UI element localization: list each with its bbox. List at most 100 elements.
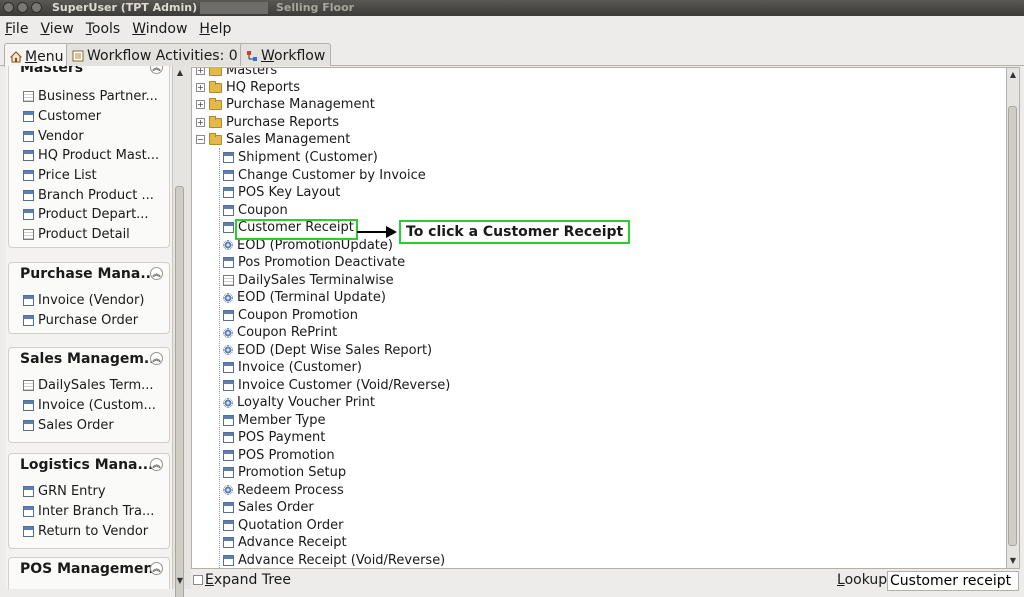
- sidebar-scrollbar[interactable]: ▲ ▼: [172, 66, 186, 597]
- tree-item-label: Redeem Process: [237, 482, 344, 498]
- tree-folder-masters[interactable]: + Masters: [196, 68, 277, 80]
- maximize-window-icon[interactable]: [31, 2, 42, 13]
- tree-item-label: Sales Order: [238, 500, 314, 516]
- window-icon: [223, 362, 234, 374]
- annotation-arrow: [357, 231, 389, 233]
- tree-item[interactable]: Shipment (Customer): [223, 149, 378, 167]
- tree-item[interactable]: Loyalty Voucher Print: [223, 394, 375, 412]
- sidebar-scroll-thumb[interactable]: [175, 186, 184, 597]
- sidebar-item-sales-order[interactable]: Sales Order: [9, 415, 169, 435]
- collapse-icon[interactable]: −: [196, 135, 205, 145]
- tree-item[interactable]: Quotation Order: [223, 517, 343, 535]
- sidebar-item-invoice-customer[interactable]: Invoice (Custom...: [9, 396, 169, 416]
- tree-scroll-thumb[interactable]: [1008, 106, 1017, 546]
- tree-item[interactable]: Pos Promotion Deactivate: [223, 254, 405, 272]
- tree-item[interactable]: Coupon RePrint: [223, 324, 337, 342]
- sidebar-item-customer[interactable]: Customer: [9, 107, 169, 127]
- tree-item[interactable]: Sales Order: [223, 499, 314, 517]
- expand-icon[interactable]: +: [196, 100, 205, 110]
- collapse-chevron-icon[interactable]: ︽: [150, 267, 163, 280]
- window-icon: [23, 486, 34, 498]
- sidebar-item-vendor[interactable]: Vendor: [9, 126, 169, 146]
- sidebar-item-purchase-order[interactable]: Purchase Order: [9, 311, 169, 331]
- tree-item[interactable]: Promotion Setup: [223, 464, 346, 482]
- expand-icon[interactable]: +: [196, 118, 205, 128]
- collapse-chevron-icon[interactable]: ︽: [150, 352, 163, 365]
- workflow-activities-icon: [72, 50, 84, 62]
- menu-window[interactable]: Window: [132, 21, 187, 37]
- collapse-chevron-icon[interactable]: ︽: [150, 66, 163, 74]
- sidebar-item-dailysales-terminal[interactable]: DailySales Term...: [9, 376, 169, 396]
- tab-workflow[interactable]: Workflow: [240, 43, 332, 66]
- tree-scrollbar[interactable]: ▲ ▼: [1007, 67, 1020, 569]
- menu-view[interactable]: View: [40, 21, 73, 37]
- tree-item[interactable]: Invoice Customer (Void/Reverse): [223, 377, 450, 395]
- expand-tree-label[interactable]: Expand Tree: [205, 572, 291, 588]
- tree-item[interactable]: Invoice (Customer): [223, 359, 362, 377]
- tree-item[interactable]: Coupon: [223, 202, 288, 220]
- sidebar-item-grn-entry[interactable]: GRN Entry: [9, 482, 169, 502]
- lookup-label: Lookup: [837, 572, 888, 588]
- tree-guide-line: [219, 148, 220, 568]
- tree-item[interactable]: EOD (Terminal Update): [223, 289, 386, 307]
- scroll-down-arrow-icon[interactable]: ▼: [175, 576, 185, 586]
- tree-item-label: Coupon: [238, 202, 288, 218]
- menu-file[interactable]: File: [5, 21, 28, 37]
- sidebar-item-branch-product[interactable]: Branch Product ...: [9, 185, 169, 205]
- tab-workflow-activities[interactable]: Workflow Activities: 0: [66, 43, 244, 66]
- scroll-up-arrow-icon[interactable]: ▲: [175, 68, 185, 78]
- minimize-window-icon[interactable]: [17, 2, 28, 13]
- section-header-sales-management[interactable]: Sales Managem... ︽: [9, 348, 169, 370]
- tree-item[interactable]: Member Type: [223, 412, 325, 430]
- tree-item[interactable]: DailySales Terminalwise: [223, 272, 394, 290]
- close-window-icon[interactable]: [3, 2, 14, 13]
- tree-folder-hq-reports[interactable]: + HQ Reports: [196, 79, 300, 97]
- scroll-up-arrow-icon[interactable]: ▲: [1008, 70, 1018, 80]
- sidebar-item-price-list[interactable]: Price List: [9, 166, 169, 186]
- tree-item[interactable]: POS Promotion: [223, 447, 335, 465]
- expand-tree-checkbox[interactable]: [193, 575, 203, 585]
- sidebar-item-return-to-vendor[interactable]: Return to Vendor: [9, 521, 169, 541]
- report-icon: [23, 91, 34, 103]
- section-header-purchase-management[interactable]: Purchase Mana... ︽: [9, 263, 169, 285]
- scroll-down-arrow-icon[interactable]: ▼: [1008, 556, 1018, 566]
- section-title: Purchase Mana...: [20, 266, 157, 282]
- tree-item-label: Member Type: [238, 412, 326, 428]
- tab-workflow-label: Workflow: [261, 48, 326, 64]
- tree-item[interactable]: POS Payment: [223, 429, 325, 447]
- tree-item[interactable]: Change Customer by Invoice: [223, 167, 426, 185]
- section-title: Logistics Mana...: [20, 457, 154, 473]
- expand-icon[interactable]: +: [196, 83, 205, 93]
- sidebar-item-business-partner[interactable]: Business Partner...: [9, 87, 169, 107]
- sidebar-item-product-detail[interactable]: Product Detail: [9, 225, 169, 245]
- sidebar-item-inter-branch-transfer[interactable]: Inter Branch Tra...: [9, 502, 169, 522]
- menu-help[interactable]: Help: [199, 21, 231, 37]
- tree-folder-purchase-management[interactable]: + Purchase Management: [196, 96, 375, 114]
- tree-folder-sales-management[interactable]: − Sales Management: [196, 131, 350, 149]
- tree-item[interactable]: EOD (Dept Wise Sales Report): [223, 342, 432, 360]
- tree-item[interactable]: Advance Receipt: [223, 534, 347, 552]
- tree-folder-purchase-reports[interactable]: + Purchase Reports: [196, 114, 339, 132]
- sidebar-item-product-department[interactable]: Product Depart...: [9, 205, 169, 225]
- section-header-masters[interactable]: Masters ︽: [9, 66, 169, 79]
- tree-item[interactable]: Coupon Promotion: [223, 307, 358, 325]
- tree-item[interactable]: POS Key Layout: [223, 184, 340, 202]
- collapse-chevron-icon[interactable]: ︽: [150, 458, 163, 471]
- lookup-input[interactable]: [887, 571, 1019, 591]
- tree-item[interactable]: Redeem Process: [223, 482, 344, 500]
- sidebar-item-hq-product-master[interactable]: HQ Product Mast...: [9, 146, 169, 166]
- collapse-chevron-icon[interactable]: ︽: [150, 562, 163, 575]
- tree-item-label: Pos Promotion Deactivate: [238, 255, 406, 271]
- window-icon: [223, 309, 234, 321]
- section-header-logistics-management[interactable]: Logistics Mana... ︽: [9, 454, 169, 476]
- section-header-pos-management[interactable]: POS Management ︽: [9, 558, 169, 580]
- menu-tools[interactable]: Tools: [86, 21, 121, 37]
- tree-item[interactable]: Advance Receipt (Void/Reverse): [223, 552, 445, 569]
- window-icon: [223, 502, 234, 514]
- expand-icon[interactable]: +: [196, 68, 205, 76]
- tree-item-label: POS Payment: [238, 430, 326, 446]
- sidebar-item-invoice-vendor[interactable]: Invoice (Vendor): [9, 291, 169, 311]
- folder-icon: [209, 115, 222, 128]
- tab-menu[interactable]: Menu: [4, 43, 70, 67]
- tree-item-label: Coupon RePrint: [237, 325, 338, 341]
